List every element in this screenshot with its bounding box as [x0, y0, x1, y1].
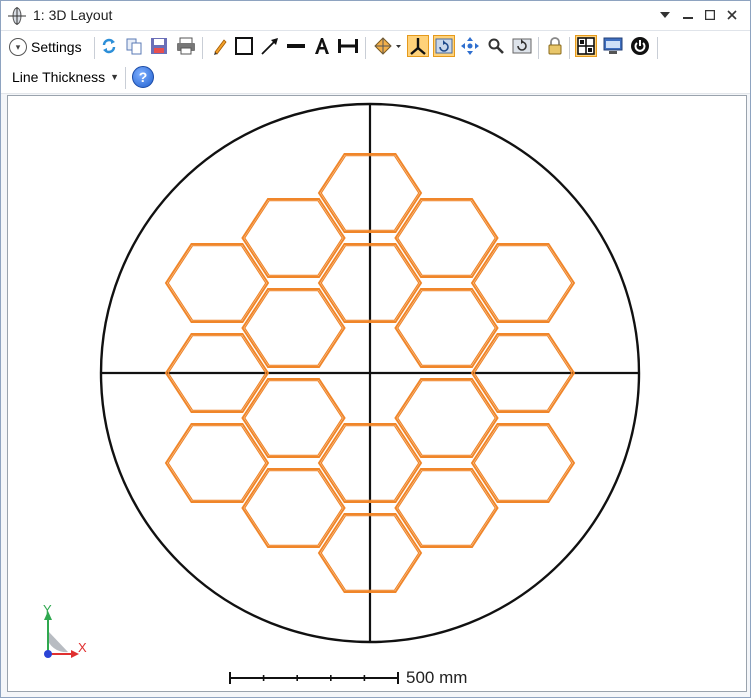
mirror-segment — [394, 288, 499, 368]
refresh-icon[interactable] — [98, 35, 120, 57]
layout-window: 1: 3D Layout ▾ Settings Line Thickness ▼… — [0, 0, 751, 698]
window-title: 1: 3D Layout — [33, 7, 113, 23]
toolbar-divider — [365, 37, 366, 59]
settings-label: Settings — [31, 39, 82, 55]
mirror-segment — [394, 468, 499, 548]
line-icon[interactable] — [285, 35, 307, 57]
copy-icon[interactable] — [123, 35, 145, 57]
mirror-segment — [164, 243, 270, 323]
pan-icon[interactable] — [459, 35, 481, 57]
z-axis-dot — [44, 650, 52, 658]
power-icon[interactable] — [629, 35, 651, 57]
layout-canvas[interactable]: Y X 500 mm — [7, 95, 747, 692]
minimize-button[interactable] — [678, 6, 698, 24]
mirror-segment — [470, 243, 576, 323]
triad-shade — [48, 631, 68, 653]
scale-bar — [229, 672, 399, 684]
window-icon[interactable] — [602, 35, 624, 57]
mirror-segment — [241, 468, 346, 548]
toolbar-divider — [94, 37, 95, 59]
toolbar-divider — [657, 37, 658, 59]
lock-icon[interactable] — [544, 35, 566, 57]
toolbar-divider — [202, 37, 203, 59]
y-axis-label: Y — [43, 602, 52, 617]
line-thickness-label: Line Thickness — [12, 69, 106, 85]
settings-button[interactable]: ▾ Settings — [9, 36, 82, 58]
mirror-segment — [241, 198, 346, 278]
x-axis-label: X — [78, 640, 87, 655]
help-icon[interactable]: ? — [132, 66, 154, 88]
save-icon[interactable] — [148, 35, 170, 57]
lens-system-icon — [8, 7, 26, 25]
pencil-icon[interactable] — [209, 35, 231, 57]
window-menu-dropdown[interactable] — [655, 6, 675, 24]
reset-view-icon[interactable] — [511, 35, 533, 57]
chevron-down-icon: ▾ — [9, 38, 27, 56]
rotate-view-icon[interactable] — [371, 35, 403, 57]
maximize-button[interactable] — [700, 6, 720, 24]
scale-bar-label: 500 mm — [406, 668, 468, 687]
mirror-segment — [470, 423, 576, 503]
zoom-icon[interactable] — [485, 35, 507, 57]
rotate-icon[interactable] — [433, 35, 455, 57]
close-button[interactable] — [722, 6, 742, 24]
rectangle-icon[interactable] — [233, 35, 255, 57]
layout-icon[interactable] — [575, 35, 597, 57]
title-bar: 1: 3D Layout — [1, 1, 750, 31]
mirror-segment — [394, 198, 499, 278]
text-icon[interactable] — [311, 35, 333, 57]
dimension-icon[interactable] — [337, 35, 359, 57]
optical-layout-drawing: Y X — [43, 102, 641, 684]
arrow-line-icon[interactable] — [259, 35, 281, 57]
main-toolbar: ▾ Settings — [1, 31, 750, 63]
line-thickness-dropdown[interactable]: Line Thickness ▼ — [12, 69, 119, 85]
coordinate-triad: Y X — [43, 602, 87, 658]
chevron-down-icon: ▼ — [110, 72, 120, 82]
toolbar-divider — [538, 37, 539, 59]
mirror-segment — [241, 378, 346, 458]
mirror-segment — [241, 288, 346, 368]
toolbar-divider — [569, 37, 570, 59]
secondary-toolbar: Line Thickness ▼ ? — [1, 63, 750, 94]
print-icon[interactable] — [175, 35, 197, 57]
axes-icon[interactable] — [407, 35, 429, 57]
toolbar-divider — [125, 67, 126, 89]
mirror-segment — [394, 378, 499, 458]
mirror-segment — [164, 423, 270, 503]
